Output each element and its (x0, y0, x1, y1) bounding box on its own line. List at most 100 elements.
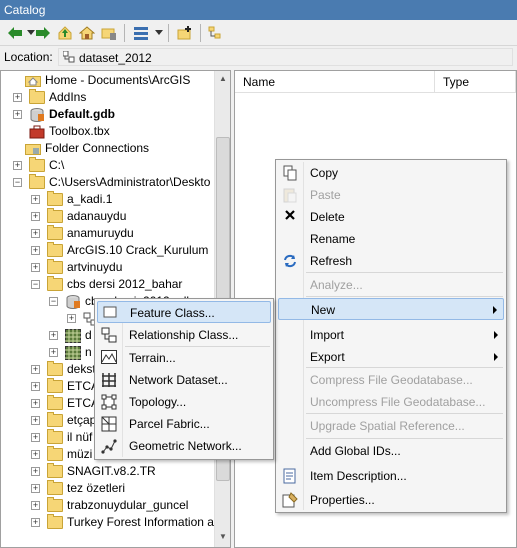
collapse-icon[interactable]: − (13, 178, 22, 187)
dropdown-icon[interactable] (150, 24, 168, 42)
folder-icon (47, 463, 63, 478)
tree-item-label: trabzonuydular_guncel (67, 498, 189, 512)
dataset-icon (62, 50, 75, 63)
paste-icon (282, 187, 298, 203)
connect-folder-icon[interactable] (100, 24, 118, 42)
parcel-fabric-icon (101, 416, 117, 432)
expand-icon[interactable]: + (31, 467, 40, 476)
folder-icon (47, 497, 63, 512)
expand-icon[interactable]: + (31, 365, 40, 374)
menu-item-refresh[interactable]: Refresh (278, 250, 504, 272)
column-header-name[interactable]: Name (235, 71, 435, 93)
submenu-item-parcel-fabric[interactable]: Parcel Fabric... (97, 413, 271, 435)
submenu-item-label: Parcel Fabric... (129, 417, 210, 431)
submenu-item-topology[interactable]: Topology... (97, 391, 271, 413)
tree-item-label: cbs dersi 2012_bahar (67, 277, 183, 291)
folder-icon (47, 259, 63, 274)
folder-icon (47, 276, 63, 291)
expand-icon[interactable]: + (31, 518, 40, 527)
raster-icon (65, 329, 81, 343)
expand-icon[interactable]: + (31, 212, 40, 221)
submenu-item-terrain[interactable]: Terrain... (97, 347, 271, 369)
tree-toggle-icon[interactable] (206, 24, 224, 42)
geodatabase-icon (29, 108, 45, 122)
menu-item-label: Rename (310, 232, 356, 246)
forward-icon[interactable] (34, 24, 52, 42)
tree-item-label: a_kadi.1 (67, 192, 113, 206)
collapse-icon[interactable]: − (49, 297, 58, 306)
menu-item-uncompress-file-geodatabase[interactable]: Uncompress File Geodatabase... (278, 391, 504, 413)
menu-item-add-global-ids[interactable]: Add Global IDs... (278, 440, 504, 462)
menu-item-new[interactable]: New (278, 298, 504, 320)
submenu-arrow-icon (493, 306, 497, 314)
expand-icon[interactable]: + (67, 314, 76, 323)
submenu-item-network-dataset[interactable]: Network Dataset... (97, 369, 271, 391)
menu-item-export[interactable]: Export (278, 346, 504, 368)
folder-icon (47, 480, 63, 495)
submenu-item-feature-class[interactable]: Feature Class... (97, 301, 271, 323)
location-field[interactable]: dataset_2012 (58, 48, 513, 66)
expand-icon[interactable]: + (31, 450, 40, 459)
menu-item-label: Compress File Geodatabase... (310, 373, 473, 387)
menu-item-paste[interactable]: Paste (278, 184, 504, 206)
location-value[interactable]: dataset_2012 (79, 51, 152, 65)
expand-icon[interactable]: + (31, 195, 40, 204)
expand-icon[interactable]: + (13, 161, 22, 170)
relationship-class-icon (101, 327, 117, 343)
expand-icon[interactable]: + (31, 263, 40, 272)
submenu-item-relationship-class[interactable]: Relationship Class... (97, 324, 271, 346)
home-folder-icon (25, 74, 41, 87)
expand-icon[interactable]: + (31, 416, 40, 425)
expand-icon[interactable]: + (13, 93, 22, 102)
folder-icon (29, 89, 45, 104)
scroll-down-icon[interactable]: ▼ (215, 529, 230, 545)
menu-separator (306, 367, 503, 368)
expand-icon[interactable]: + (31, 501, 40, 510)
folder-icon (47, 225, 63, 240)
geometric-network-icon (101, 438, 117, 454)
expand-icon[interactable]: + (31, 246, 40, 255)
view-options-icon[interactable] (132, 24, 150, 42)
menu-item-analyze[interactable]: Analyze... (278, 274, 504, 296)
expand-icon[interactable]: + (31, 382, 40, 391)
menu-item-label: Analyze... (310, 278, 363, 292)
menu-item-rename[interactable]: Rename (278, 228, 504, 250)
folder-icon (29, 157, 45, 172)
tree-item-label: C:\Users\Administrator\Deskto (49, 175, 211, 189)
submenu-item-label: Feature Class... (130, 306, 215, 320)
tree-item-label: adanauydu (67, 209, 127, 223)
menu-item-upgrade-spatial-reference[interactable]: Upgrade Spatial Reference... (278, 415, 504, 437)
menu-item-compress-file-geodatabase[interactable]: Compress File Geodatabase... (278, 369, 504, 391)
expand-icon[interactable]: + (49, 331, 58, 340)
menu-item-label: Paste (310, 188, 341, 202)
collapse-icon[interactable]: − (31, 280, 40, 289)
scroll-up-icon[interactable]: ▲ (215, 71, 230, 87)
topology-icon (101, 394, 117, 410)
submenu-item-label: Topology... (129, 395, 187, 409)
copy-icon (282, 165, 298, 181)
folder-icon (47, 514, 63, 529)
folder-icon (47, 242, 63, 257)
expand-icon[interactable]: + (13, 110, 22, 119)
new-submenu: Feature Class... Relationship Class... Ter… (94, 298, 274, 460)
submenu-item-geometric-network[interactable]: Geometric Network... (97, 435, 271, 457)
submenu-item-label: Terrain... (129, 351, 176, 365)
up-icon[interactable] (56, 24, 74, 42)
menu-item-delete[interactable]: Delete (278, 206, 504, 228)
add-icon[interactable] (176, 24, 194, 42)
column-header-type[interactable]: Type (435, 71, 516, 93)
expand-icon[interactable]: + (31, 484, 40, 493)
expand-icon[interactable]: + (31, 399, 40, 408)
menu-item-copy[interactable]: Copy (278, 162, 504, 184)
home-icon[interactable] (78, 24, 96, 42)
tree-item-label: il nüf (67, 430, 93, 444)
menu-item-label: Delete (310, 210, 345, 224)
expand-icon[interactable]: + (49, 348, 58, 357)
location-bar: Location: dataset_2012 (0, 46, 517, 68)
menu-item-item-description[interactable]: Item Description... (278, 465, 504, 487)
menu-item-import[interactable]: Import (278, 324, 504, 346)
menu-separator (306, 438, 503, 439)
expand-icon[interactable]: + (31, 433, 40, 442)
expand-icon[interactable]: + (31, 229, 40, 238)
menu-item-properties[interactable]: Properties... (278, 489, 504, 511)
